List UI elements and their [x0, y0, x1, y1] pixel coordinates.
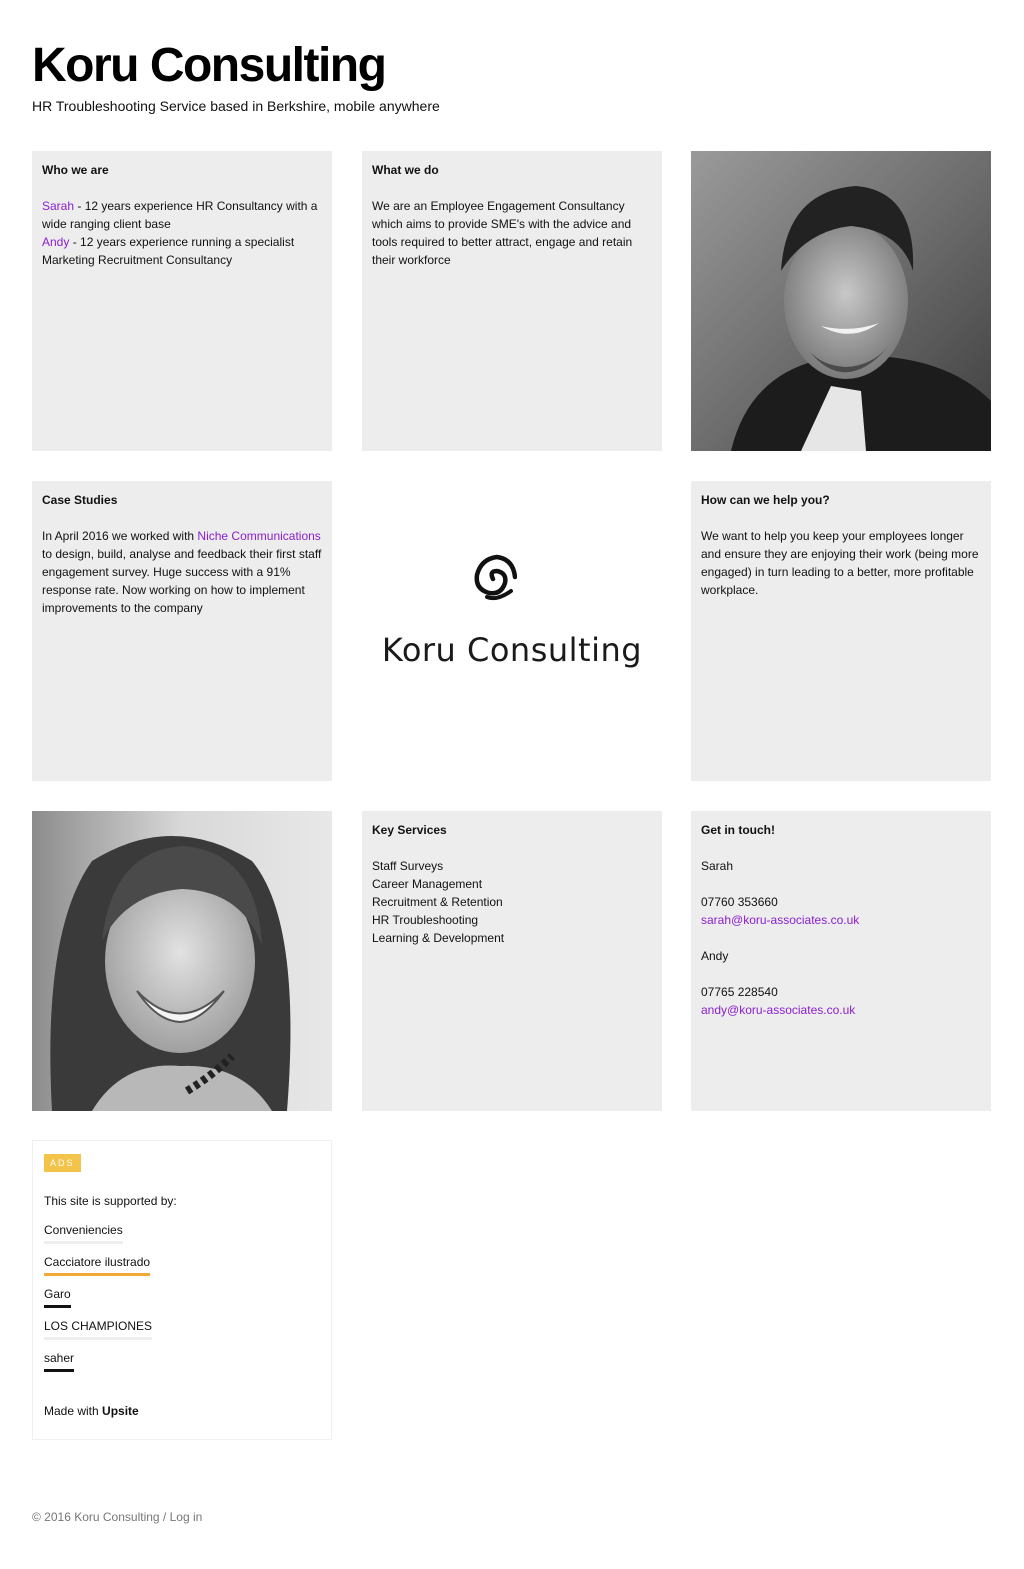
koru-logo-wordmark: Koru Consulting: [381, 631, 643, 669]
contact-tile: Get in touch! Sarah 07760 353660 sarah@k…: [691, 811, 991, 1111]
who-we-are-heading: Who we are: [42, 163, 109, 177]
case-studies-tile: Case Studies In April 2016 we worked wit…: [32, 481, 332, 781]
contact-andy-details: 07765 228540 andy@koru-associates.co.uk: [701, 983, 981, 1019]
ad-link[interactable]: Conveniencies: [44, 1222, 123, 1244]
what-we-do-heading: What we do: [372, 163, 439, 177]
who-we-are-sarah: Sarah - 12 years experience HR Consultan…: [42, 197, 322, 233]
ad-link[interactable]: Cacciatore ilustrado: [44, 1254, 151, 1276]
service-item: HR Troubleshooting: [372, 913, 479, 927]
ads-list: Conveniencies Cacciatore ilustrado Garo …: [44, 1222, 320, 1382]
made-with-prefix: Made with: [44, 1404, 103, 1418]
ads-badge: ADS: [44, 1154, 81, 1172]
andy-photo: [691, 151, 991, 451]
who-we-are-tile: Who we are Sarah - 12 years experience H…: [32, 151, 332, 451]
koru-logo-tile: Koru Consulting: [362, 481, 662, 781]
site-tagline: HR Troubleshooting Service based in Berk…: [32, 98, 440, 114]
ad-link[interactable]: saher: [44, 1350, 75, 1372]
ad-link[interactable]: Garo: [44, 1286, 71, 1308]
andy-email-link[interactable]: andy@koru-associates.co.uk: [701, 1001, 981, 1019]
made-with: Made with Upsite: [44, 1404, 139, 1418]
sarah-phone: 07760 353660: [701, 895, 778, 909]
help-tile: How can we help you? We want to help you…: [691, 481, 991, 781]
case-studies-body: In April 2016 we worked with Niche Commu…: [42, 527, 322, 617]
sarah-link[interactable]: Sarah: [42, 199, 74, 213]
contact-sarah-name: Sarah: [701, 859, 734, 873]
sarah-photo: [32, 811, 332, 1111]
footer-separator: /: [159, 1510, 170, 1524]
andy-bio: - 12 years experience running a speciali…: [42, 235, 295, 267]
upsite-link[interactable]: Upsite: [102, 1404, 139, 1418]
contact-heading: Get in touch!: [701, 823, 775, 837]
ads-box: ADS This site is supported by: Convenien…: [32, 1140, 332, 1440]
niche-communications-link[interactable]: Niche Communications: [197, 529, 320, 543]
ads-intro: This site is supported by:: [44, 1194, 177, 1208]
services-list: Staff Surveys Career Management Recruitm…: [372, 857, 652, 947]
copyright: © 2016 Koru Consulting: [32, 1510, 160, 1524]
case-studies-text-continued: to design, build, analyse and feedback t…: [42, 547, 322, 615]
andy-link[interactable]: Andy: [42, 235, 69, 249]
service-item: Staff Surveys: [372, 859, 444, 873]
footer: © 2016 Koru Consulting / Log in: [32, 1510, 202, 1524]
andy-phone: 07765 228540: [701, 985, 778, 999]
who-we-are-andy: Andy - 12 years experience running a spe…: [42, 233, 322, 269]
contact-sarah-details: 07760 353660 sarah@koru-associates.co.uk: [701, 893, 981, 929]
key-services-heading: Key Services: [372, 823, 447, 837]
contact-andy-name: Andy: [701, 949, 729, 963]
case-studies-heading: Case Studies: [42, 493, 118, 507]
koru-spiral-icon: [474, 554, 517, 601]
service-item: Recruitment & Retention: [372, 895, 503, 909]
login-link[interactable]: Log in: [170, 1510, 203, 1524]
key-services-tile: Key Services Staff Surveys Career Manage…: [362, 811, 662, 1111]
ad-link[interactable]: LOS CHAMPIONES: [44, 1318, 153, 1340]
what-we-do-tile: What we do We are an Employee Engagement…: [362, 151, 662, 451]
sarah-email-link[interactable]: sarah@koru-associates.co.uk: [701, 911, 981, 929]
site-title: Koru Consulting: [32, 39, 387, 92]
service-item: Career Management: [372, 877, 483, 891]
service-item: Learning & Development: [372, 931, 505, 945]
help-heading: How can we help you?: [701, 493, 830, 507]
sarah-bio: - 12 years experience HR Consultancy wit…: [42, 199, 318, 231]
what-we-do-body: We are an Employee Engagement Consultanc…: [372, 199, 633, 267]
case-studies-text: In April 2016 we worked with: [42, 529, 198, 543]
help-body: We want to help you keep your employees …: [701, 529, 979, 597]
